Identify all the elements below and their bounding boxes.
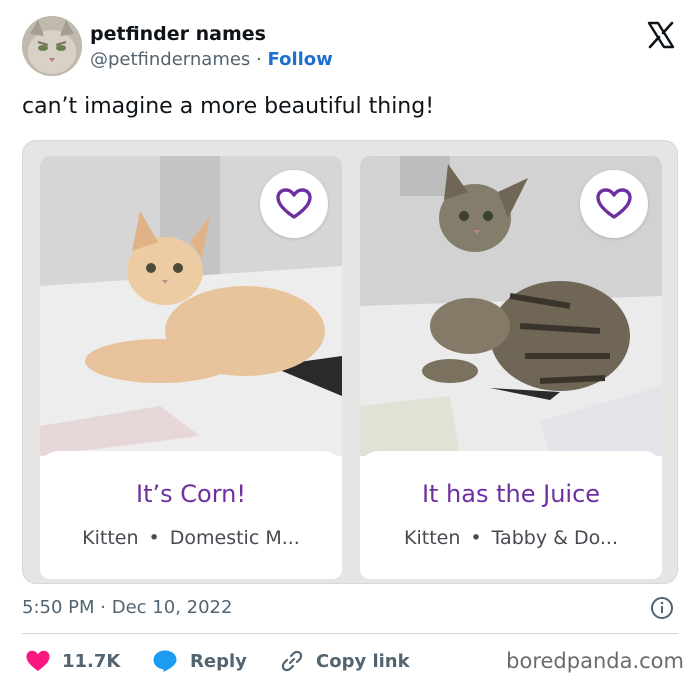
link-icon [281,650,303,672]
like-button[interactable]: 11.7K [26,646,120,676]
favorite-button[interactable] [580,170,648,238]
pet-age: Kitten [404,527,461,549]
reply-label: Reply [190,650,247,672]
tweet-media[interactable]: It’s Corn! Kitten • Domestic M... It has… [22,140,678,584]
meta-bullet: • [148,527,160,549]
x-logo-icon[interactable] [646,20,676,50]
pet-name[interactable]: It’s Corn! [40,479,342,509]
pet-breed: Domestic M... [169,527,300,549]
tweet-header: petfinder names @petfindernames · Follow [22,14,682,78]
timestamp-separator: · [100,597,106,618]
divider [22,633,678,634]
tweet-time: 5:50 PM [22,597,95,618]
pet-card-2[interactable]: It has the Juice Kitten • Tabby & Do... [360,156,662,579]
tweet-date: Dec 10, 2022 [111,597,233,618]
pet-meta: Kitten • Domestic M... [40,525,342,551]
copy-link-label: Copy link [316,650,410,672]
author-names: petfinder names @petfindernames · Follow [90,22,333,72]
pet-info: It’s Corn! Kitten • Domestic M... [40,451,342,579]
heart-outline-icon [276,188,312,219]
pet-card-1[interactable]: It’s Corn! Kitten • Domestic M... [40,156,342,579]
pet-name[interactable]: It has the Juice [360,479,662,509]
tweet-text: can’t imagine a more beautiful thing! [22,94,435,119]
reply-button[interactable]: Reply [152,646,247,676]
display-name[interactable]: petfinder names [90,22,333,46]
like-count: 11.7K [62,650,121,672]
pet-age: Kitten [82,527,139,549]
reply-icon [153,650,177,672]
follow-button[interactable]: Follow [268,49,333,70]
copy-link-button[interactable]: Copy link [280,646,410,676]
watermark: boredpanda.com [506,649,684,673]
handle[interactable]: @petfindernames [90,49,250,70]
handle-separator: · [256,49,262,70]
heart-icon [26,650,50,671]
pet-info: It has the Juice Kitten • Tabby & Do... [360,451,662,579]
pet-photo-tabby-kitten [360,156,662,456]
pet-meta: Kitten • Tabby & Do... [360,525,662,551]
avatar[interactable] [22,16,82,76]
heart-outline-icon [596,188,632,219]
favorite-button[interactable] [260,170,328,238]
meta-bullet: • [470,527,482,549]
handle-row: @petfindernames · Follow [90,48,333,72]
tweet-timestamp[interactable]: 5:50 PM · Dec 10, 2022 [22,596,232,620]
info-icon[interactable] [650,596,674,620]
pet-photo-orange-kitten [40,156,342,456]
pet-breed: Tabby & Do... [491,527,618,549]
